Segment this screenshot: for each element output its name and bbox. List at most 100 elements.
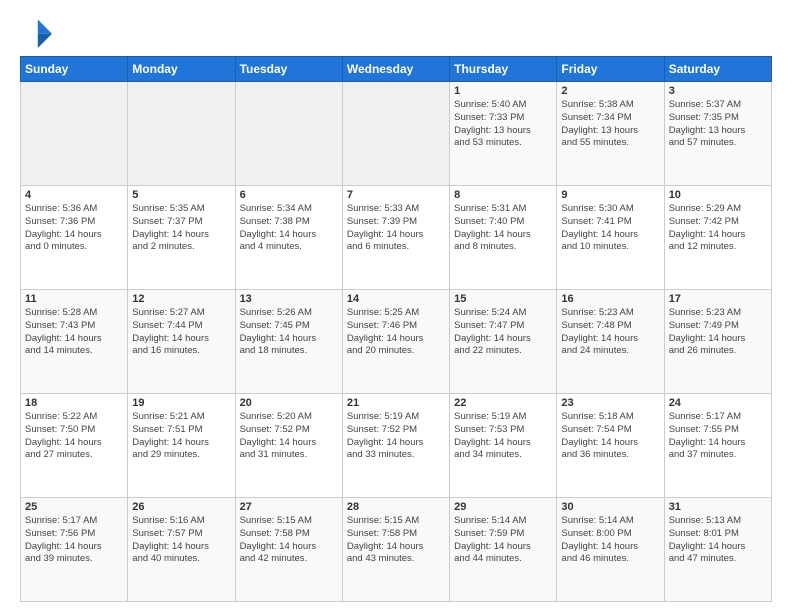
calendar-week-1: 1 Sunrise: 5:40 AM Sunset: 7:33 PM Daylig…: [21, 82, 772, 186]
day-number: 14: [347, 293, 445, 305]
day-number: 17: [669, 293, 767, 305]
day-info: Sunrise: 5:40 AM Sunset: 7:33 PM Dayligh…: [454, 99, 552, 150]
day-info: Sunrise: 5:21 AM Sunset: 7:51 PM Dayligh…: [132, 411, 230, 462]
day-number: 30: [561, 501, 659, 513]
day-number: 23: [561, 397, 659, 409]
calendar-cell: 16 Sunrise: 5:23 AM Sunset: 7:48 PM Dayli…: [557, 290, 664, 394]
day-number: 16: [561, 293, 659, 305]
day-info: Sunrise: 5:26 AM Sunset: 7:45 PM Dayligh…: [240, 307, 338, 358]
day-number: 5: [132, 189, 230, 201]
day-info: Sunrise: 5:19 AM Sunset: 7:53 PM Dayligh…: [454, 411, 552, 462]
day-number: 8: [454, 189, 552, 201]
day-info: Sunrise: 5:14 AM Sunset: 8:00 PM Dayligh…: [561, 515, 659, 566]
day-number: 3: [669, 85, 767, 97]
day-number: 6: [240, 189, 338, 201]
logo-icon: [20, 16, 52, 48]
day-info: Sunrise: 5:34 AM Sunset: 7:38 PM Dayligh…: [240, 203, 338, 254]
calendar-cell: 4 Sunrise: 5:36 AM Sunset: 7:36 PM Daylig…: [21, 186, 128, 290]
calendar-week-5: 25 Sunrise: 5:17 AM Sunset: 7:56 PM Dayli…: [21, 498, 772, 602]
day-info: Sunrise: 5:24 AM Sunset: 7:47 PM Dayligh…: [454, 307, 552, 358]
day-info: Sunrise: 5:31 AM Sunset: 7:40 PM Dayligh…: [454, 203, 552, 254]
day-number: 24: [669, 397, 767, 409]
day-info: Sunrise: 5:29 AM Sunset: 7:42 PM Dayligh…: [669, 203, 767, 254]
day-number: 4: [25, 189, 123, 201]
day-info: Sunrise: 5:14 AM Sunset: 7:59 PM Dayligh…: [454, 515, 552, 566]
day-info: Sunrise: 5:33 AM Sunset: 7:39 PM Dayligh…: [347, 203, 445, 254]
calendar-cell: 31 Sunrise: 5:13 AM Sunset: 8:01 PM Dayli…: [664, 498, 771, 602]
calendar-table: SundayMondayTuesdayWednesdayThursdayFrid…: [20, 56, 772, 602]
day-number: 20: [240, 397, 338, 409]
day-number: 27: [240, 501, 338, 513]
day-number: 13: [240, 293, 338, 305]
calendar-cell: 6 Sunrise: 5:34 AM Sunset: 7:38 PM Daylig…: [235, 186, 342, 290]
day-info: Sunrise: 5:23 AM Sunset: 7:49 PM Dayligh…: [669, 307, 767, 358]
calendar-cell: 11 Sunrise: 5:28 AM Sunset: 7:43 PM Dayli…: [21, 290, 128, 394]
day-info: Sunrise: 5:20 AM Sunset: 7:52 PM Dayligh…: [240, 411, 338, 462]
calendar-cell: 29 Sunrise: 5:14 AM Sunset: 7:59 PM Dayli…: [450, 498, 557, 602]
calendar-header-wednesday: Wednesday: [342, 57, 449, 82]
calendar-cell: 18 Sunrise: 5:22 AM Sunset: 7:50 PM Dayli…: [21, 394, 128, 498]
day-number: 2: [561, 85, 659, 97]
day-number: 31: [669, 501, 767, 513]
calendar-cell: 30 Sunrise: 5:14 AM Sunset: 8:00 PM Dayli…: [557, 498, 664, 602]
day-info: Sunrise: 5:37 AM Sunset: 7:35 PM Dayligh…: [669, 99, 767, 150]
calendar-cell: 15 Sunrise: 5:24 AM Sunset: 7:47 PM Dayli…: [450, 290, 557, 394]
calendar-cell: 22 Sunrise: 5:19 AM Sunset: 7:53 PM Dayli…: [450, 394, 557, 498]
calendar-cell: 3 Sunrise: 5:37 AM Sunset: 7:35 PM Daylig…: [664, 82, 771, 186]
calendar-cell: 28Sunrise: 5:15 AM Sunset: 7:58 PM Dayli…: [342, 498, 449, 602]
header: [20, 16, 772, 48]
day-number: 18: [25, 397, 123, 409]
day-info: Sunrise: 5:30 AM Sunset: 7:41 PM Dayligh…: [561, 203, 659, 254]
calendar-header-row: SundayMondayTuesdayWednesdayThursdayFrid…: [21, 57, 772, 82]
day-info: Sunrise: 5:15 AM Sunset: 7:58 PM Dayligh…: [240, 515, 338, 566]
page: SundayMondayTuesdayWednesdayThursdayFrid…: [0, 0, 792, 612]
day-number: 1: [454, 85, 552, 97]
day-info: Sunrise: 5:19 AM Sunset: 7:52 PM Dayligh…: [347, 411, 445, 462]
day-number: 12: [132, 293, 230, 305]
day-number: 26: [132, 501, 230, 513]
calendar-cell: 12Sunrise: 5:27 AM Sunset: 7:44 PM Dayli…: [128, 290, 235, 394]
calendar-cell: 23 Sunrise: 5:18 AM Sunset: 7:54 PM Dayli…: [557, 394, 664, 498]
calendar-cell: 25 Sunrise: 5:17 AM Sunset: 7:56 PM Dayli…: [21, 498, 128, 602]
calendar-cell: 26Sunrise: 5:16 AM Sunset: 7:57 PM Dayli…: [128, 498, 235, 602]
day-number: 25: [25, 501, 123, 513]
calendar-cell: 17 Sunrise: 5:23 AM Sunset: 7:49 PM Dayli…: [664, 290, 771, 394]
day-info: Sunrise: 5:13 AM Sunset: 8:01 PM Dayligh…: [669, 515, 767, 566]
calendar-header-monday: Monday: [128, 57, 235, 82]
calendar-cell: 8 Sunrise: 5:31 AM Sunset: 7:40 PM Daylig…: [450, 186, 557, 290]
day-number: 9: [561, 189, 659, 201]
day-number: 15: [454, 293, 552, 305]
calendar-cell: 24Sunrise: 5:17 AM Sunset: 7:55 PM Dayli…: [664, 394, 771, 498]
calendar-cell: 20 Sunrise: 5:20 AM Sunset: 7:52 PM Dayli…: [235, 394, 342, 498]
calendar-cell: 5 Sunrise: 5:35 AM Sunset: 7:37 PM Daylig…: [128, 186, 235, 290]
calendar-week-3: 11 Sunrise: 5:28 AM Sunset: 7:43 PM Dayli…: [21, 290, 772, 394]
day-info: Sunrise: 5:36 AM Sunset: 7:36 PM Dayligh…: [25, 203, 123, 254]
calendar-week-2: 4 Sunrise: 5:36 AM Sunset: 7:36 PM Daylig…: [21, 186, 772, 290]
day-number: 21: [347, 397, 445, 409]
day-info: Sunrise: 5:38 AM Sunset: 7:34 PM Dayligh…: [561, 99, 659, 150]
day-number: 19: [132, 397, 230, 409]
calendar-cell: 19 Sunrise: 5:21 AM Sunset: 7:51 PM Dayli…: [128, 394, 235, 498]
day-number: 11: [25, 293, 123, 305]
day-info: Sunrise: 5:17 AM Sunset: 7:56 PM Dayligh…: [25, 515, 123, 566]
calendar-cell: 14Sunrise: 5:25 AM Sunset: 7:46 PM Dayli…: [342, 290, 449, 394]
day-info: Sunrise: 5:18 AM Sunset: 7:54 PM Dayligh…: [561, 411, 659, 462]
calendar-cell: [342, 82, 449, 186]
calendar-cell: 27 Sunrise: 5:15 AM Sunset: 7:58 PM Dayli…: [235, 498, 342, 602]
day-info: Sunrise: 5:28 AM Sunset: 7:43 PM Dayligh…: [25, 307, 123, 358]
day-info: Sunrise: 5:23 AM Sunset: 7:48 PM Dayligh…: [561, 307, 659, 358]
logo: [20, 16, 56, 48]
calendar-cell: 2 Sunrise: 5:38 AM Sunset: 7:34 PM Daylig…: [557, 82, 664, 186]
day-number: 29: [454, 501, 552, 513]
calendar-cell: 9 Sunrise: 5:30 AM Sunset: 7:41 PM Daylig…: [557, 186, 664, 290]
day-number: 28: [347, 501, 445, 513]
day-info: Sunrise: 5:22 AM Sunset: 7:50 PM Dayligh…: [25, 411, 123, 462]
calendar-header-friday: Friday: [557, 57, 664, 82]
calendar-cell: 21 Sunrise: 5:19 AM Sunset: 7:52 PM Dayli…: [342, 394, 449, 498]
day-number: 22: [454, 397, 552, 409]
day-info: Sunrise: 5:35 AM Sunset: 7:37 PM Dayligh…: [132, 203, 230, 254]
calendar-header-saturday: Saturday: [664, 57, 771, 82]
calendar-cell: [128, 82, 235, 186]
calendar-header-thursday: Thursday: [450, 57, 557, 82]
calendar-cell: 13 Sunrise: 5:26 AM Sunset: 7:45 PM Dayli…: [235, 290, 342, 394]
